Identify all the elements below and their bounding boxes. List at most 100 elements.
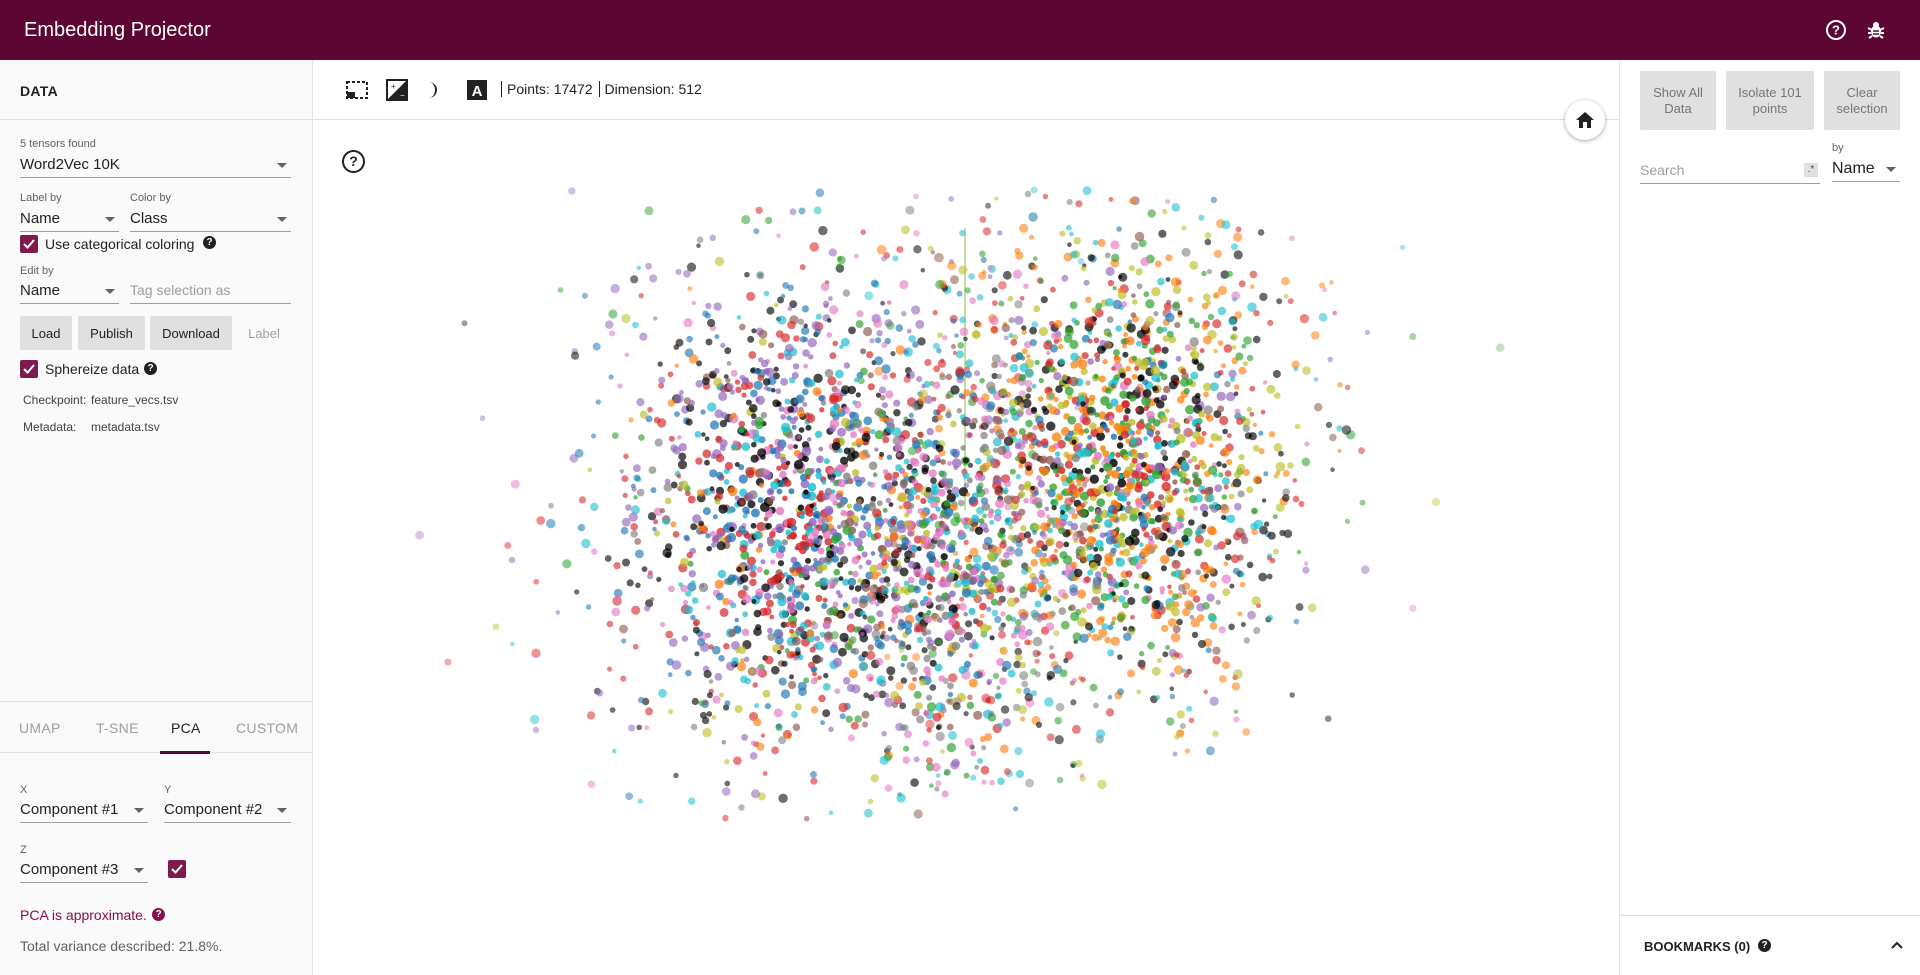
scatter-point[interactable] xyxy=(978,588,985,596)
scatter-point[interactable] xyxy=(1107,332,1113,338)
scatter-point[interactable] xyxy=(858,598,868,609)
color-by-select[interactable]: Class xyxy=(130,204,291,232)
pca-x-select[interactable]: Component #1 xyxy=(20,795,148,823)
scatter-point[interactable] xyxy=(959,316,967,324)
scatter-plot[interactable] xyxy=(313,120,1619,975)
scatter-point[interactable] xyxy=(1160,513,1168,521)
scatter-point[interactable] xyxy=(1160,449,1167,457)
scatter-point[interactable] xyxy=(585,604,592,610)
scatter-point[interactable] xyxy=(1196,603,1205,612)
scatter-point[interactable] xyxy=(985,697,992,704)
scatter-point[interactable] xyxy=(700,409,706,415)
scatter-point[interactable] xyxy=(902,756,910,764)
scatter-point[interactable] xyxy=(798,427,805,433)
scatter-point[interactable] xyxy=(792,637,798,643)
scatter-point[interactable] xyxy=(893,604,902,614)
scatter-point[interactable] xyxy=(641,566,648,572)
scatter-point[interactable] xyxy=(862,449,869,456)
scatter-point[interactable] xyxy=(1241,535,1247,541)
scatter-point[interactable] xyxy=(891,613,899,620)
scatter-point[interactable] xyxy=(909,487,918,496)
scatter-point[interactable] xyxy=(1146,410,1155,420)
scatter-point[interactable] xyxy=(626,579,634,587)
scatter-point[interactable] xyxy=(1275,503,1285,512)
scatter-point[interactable] xyxy=(1222,661,1230,670)
scatter-point[interactable] xyxy=(711,715,717,720)
scatter-point[interactable] xyxy=(1273,443,1283,452)
scatter-point[interactable] xyxy=(653,316,658,321)
scatter-point[interactable] xyxy=(1204,232,1212,239)
scatter-point[interactable] xyxy=(870,496,877,502)
scatter-point[interactable] xyxy=(632,321,639,329)
scatter-point[interactable] xyxy=(718,391,728,401)
scatter-point[interactable] xyxy=(1087,435,1092,440)
scatter-point[interactable] xyxy=(727,486,738,497)
scatter-point[interactable] xyxy=(861,721,869,728)
scatter-point[interactable] xyxy=(890,540,898,548)
help-icon[interactable]: ? xyxy=(152,908,165,921)
scatter-point[interactable] xyxy=(696,236,704,244)
scatter-point[interactable] xyxy=(922,595,929,602)
scatter-point[interactable] xyxy=(1119,367,1125,373)
scatter-point[interactable] xyxy=(568,187,576,195)
scatter-point[interactable] xyxy=(1212,655,1221,665)
scatter-point[interactable] xyxy=(662,516,671,525)
scatter-point[interactable] xyxy=(713,302,722,311)
scatter-point[interactable] xyxy=(760,559,766,565)
scatter-point[interactable] xyxy=(924,572,933,581)
scatter-point[interactable] xyxy=(895,681,904,691)
scatter-point[interactable] xyxy=(912,652,921,662)
scatter-point[interactable] xyxy=(826,550,834,559)
scatter-point[interactable] xyxy=(638,434,645,441)
scatter-point[interactable] xyxy=(724,347,732,355)
scatter-point[interactable] xyxy=(895,324,904,332)
scatter-point[interactable] xyxy=(1096,498,1105,507)
scatter-point[interactable] xyxy=(1158,360,1168,370)
scatter-point[interactable] xyxy=(1212,730,1219,737)
scatter-point[interactable] xyxy=(787,443,794,450)
scatter-point[interactable] xyxy=(1142,379,1149,386)
scatter-point[interactable] xyxy=(712,695,721,704)
scatter-point[interactable] xyxy=(776,572,785,581)
scatter-point[interactable] xyxy=(898,505,904,510)
scatter-point[interactable] xyxy=(1217,285,1228,295)
scatter-point[interactable] xyxy=(903,745,910,752)
scatter-point[interactable] xyxy=(821,602,828,609)
scatter-point[interactable] xyxy=(1232,326,1238,332)
scatter-point[interactable] xyxy=(1130,312,1137,318)
scatter-point[interactable] xyxy=(698,700,705,707)
scatter-point[interactable] xyxy=(884,653,891,661)
scatter-point[interactable] xyxy=(753,717,762,727)
scatter-point[interactable] xyxy=(1126,478,1132,483)
scatter-point[interactable] xyxy=(1161,346,1169,354)
scatter-point[interactable] xyxy=(1064,386,1074,396)
scatter-point[interactable] xyxy=(1301,457,1311,467)
scatter-point[interactable] xyxy=(924,439,933,448)
scatter-point[interactable] xyxy=(1023,497,1029,504)
scatter-point[interactable] xyxy=(987,274,993,280)
scatter-point[interactable] xyxy=(1036,540,1045,549)
scatter-point[interactable] xyxy=(1095,729,1106,739)
scatter-point[interactable] xyxy=(1122,548,1131,557)
scatter-point[interactable] xyxy=(1193,477,1202,486)
scatter-point[interactable] xyxy=(809,242,819,252)
scatter-point[interactable] xyxy=(982,513,987,519)
scatter-point[interactable] xyxy=(621,638,627,644)
scatter-point[interactable] xyxy=(874,430,884,440)
scatter-point[interactable] xyxy=(1066,199,1073,206)
scatter-point[interactable] xyxy=(873,623,881,632)
scatter-point[interactable] xyxy=(1123,332,1129,338)
scatter-point[interactable] xyxy=(571,351,580,360)
scatter-point[interactable] xyxy=(1152,470,1162,480)
scatter-point[interactable] xyxy=(883,517,889,524)
scatter-point[interactable] xyxy=(1090,464,1096,470)
scatter-point[interactable] xyxy=(1257,229,1265,236)
scatter-point[interactable] xyxy=(986,606,992,612)
scatter-point[interactable] xyxy=(631,486,637,492)
scatter-point[interactable] xyxy=(787,596,792,602)
scatter-point[interactable] xyxy=(638,293,644,299)
scatter-point[interactable] xyxy=(1134,231,1145,242)
scatter-point[interactable] xyxy=(1234,408,1241,415)
scatter-point[interactable] xyxy=(1224,537,1229,543)
scatter-point[interactable] xyxy=(1145,299,1155,309)
